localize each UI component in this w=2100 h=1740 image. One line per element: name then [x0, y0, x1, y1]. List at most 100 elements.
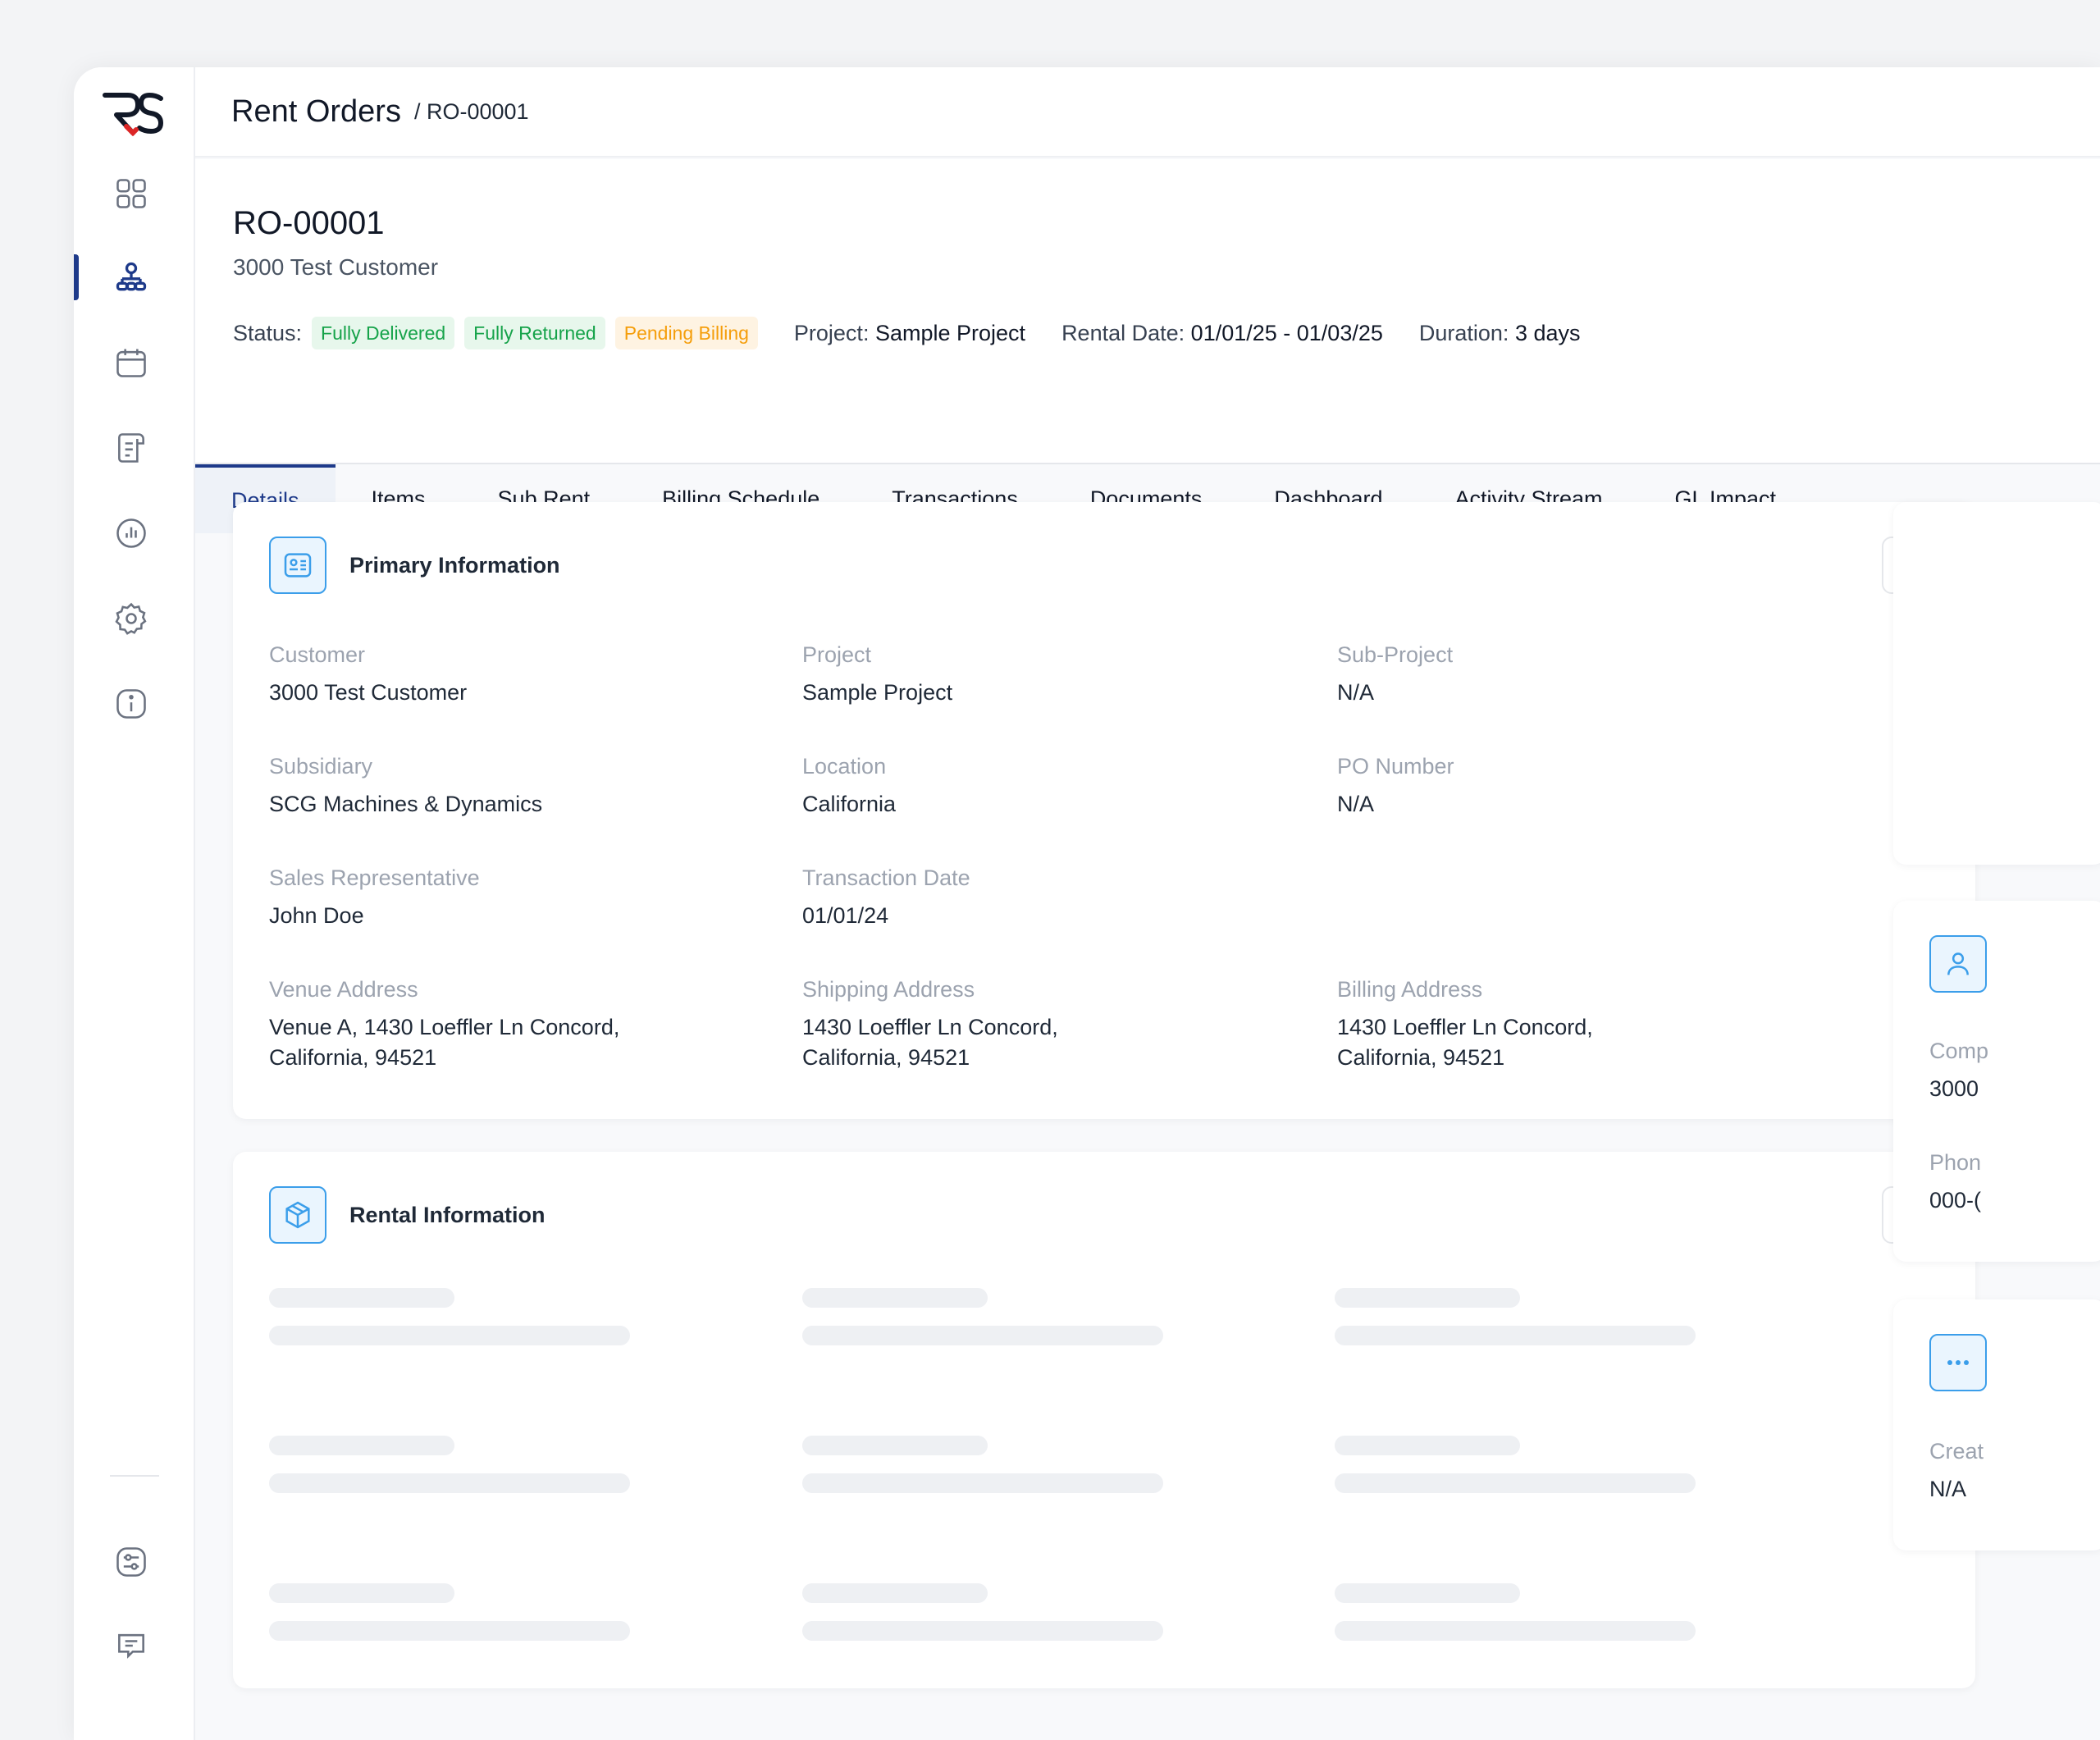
more-dots-icon	[1929, 1334, 1987, 1391]
field-label: Sub-Project	[1337, 642, 1454, 667]
field-value: John Doe	[269, 903, 364, 928]
field-value: 01/01/24	[802, 903, 889, 928]
status-label: Status:	[233, 320, 303, 345]
info-icon[interactable]	[110, 683, 153, 725]
field-label: Project	[802, 642, 872, 667]
field-customer: Customer 3000 Test Customer	[269, 640, 467, 708]
project-value: Sample Project	[874, 320, 1026, 345]
field-value-line1: 1430 Loeffler Ln Concord,	[1337, 1015, 1593, 1039]
main-content: Rent Orders / RO-00001 RO-00001 3000 Tes…	[195, 67, 2100, 1740]
breadcrumb[interactable]: / RO-00001	[414, 99, 529, 125]
primary-information-card: Primary Information Customer 3000 Test C…	[233, 502, 1975, 1119]
app-window: Rent Orders / RO-00001 RO-00001 3000 Tes…	[74, 67, 2100, 1740]
duration-value: 3 days	[1514, 320, 1581, 345]
other-label-created: Creat	[1929, 1439, 1984, 1464]
field-shipping-address: Shipping Address 1430 Loeffler Ln Concor…	[802, 975, 1058, 1073]
skeleton-value	[802, 1326, 1163, 1345]
gear-icon[interactable]	[110, 597, 153, 640]
field-value: California	[802, 792, 897, 816]
skeleton-label	[269, 1436, 454, 1455]
rental-date-label: Rental Date:	[1061, 320, 1185, 345]
field-label: Customer	[269, 642, 366, 667]
field-sales-representative: Sales Representative John Doe	[269, 863, 480, 931]
contact-label-phone: Phon	[1929, 1150, 1982, 1175]
status-badge-returned: Fully Returned	[464, 317, 605, 349]
sidebar-divider	[110, 1475, 159, 1477]
rental-date-value: 01/01/25 - 01/03/25	[1190, 320, 1383, 345]
skeleton-label	[802, 1288, 988, 1308]
user-icon	[1929, 935, 1987, 993]
box-icon	[269, 1186, 326, 1244]
primary-information-title: Primary Information	[349, 553, 560, 578]
field-label: Subsidiary	[269, 754, 373, 779]
skeleton-label	[1335, 1583, 1520, 1603]
status-badge-billing: Pending Billing	[614, 317, 758, 349]
skeleton-value	[1335, 1326, 1696, 1345]
id-card-icon	[269, 537, 326, 594]
skeleton-label	[802, 1583, 988, 1603]
field-label: Location	[802, 754, 887, 779]
field-value-line2: California, 94521	[802, 1045, 970, 1070]
order-customer: 3000 Test Customer	[233, 254, 439, 280]
field-label: Sales Representative	[269, 865, 480, 890]
contact-value-company: 3000	[1929, 1076, 1979, 1101]
rental-information-title: Rental Information	[349, 1203, 546, 1227]
top-bar: Rent Orders / RO-00001	[195, 67, 2100, 158]
field-venue-address: Venue Address Venue A, 1430 Loeffler Ln …	[269, 975, 619, 1073]
skeleton-value	[1335, 1473, 1696, 1493]
nav-active-indicator	[74, 254, 79, 300]
field-label: PO Number	[1337, 754, 1454, 779]
right-summary-card	[1893, 502, 2100, 865]
org-chart-icon[interactable]	[110, 256, 153, 299]
duration-meta: Duration: 3 days	[1419, 321, 1581, 346]
skeleton-label	[1335, 1288, 1520, 1308]
skeleton-label	[269, 1288, 454, 1308]
skeleton-value	[1335, 1621, 1696, 1641]
rental-information-card: Rental Information	[233, 1152, 1975, 1688]
field-value-line2: California, 94521	[1337, 1045, 1505, 1070]
contact-label-company: Comp	[1929, 1039, 1989, 1063]
status-badge-delivered: Fully Delivered	[312, 317, 455, 349]
contact-card: Comp 3000 Phon 000-(	[1893, 901, 2100, 1262]
status-row: Status: Fully Delivered Fully Returned P…	[233, 315, 1581, 351]
skeleton-label	[269, 1583, 454, 1603]
duration-label: Duration:	[1418, 320, 1509, 345]
field-label: Transaction Date	[802, 865, 970, 890]
rental-date-meta: Rental Date: 01/01/25 - 01/03/25	[1061, 321, 1383, 346]
other-value-created: N/A	[1929, 1477, 1967, 1501]
field-location: Location California	[802, 751, 896, 820]
field-label: Shipping Address	[802, 977, 975, 1002]
field-value: SCG Machines & Dynamics	[269, 792, 543, 816]
field-value: 3000 Test Customer	[269, 680, 468, 705]
sliders-icon[interactable]	[110, 1541, 153, 1583]
project-label: Project:	[793, 320, 870, 345]
grid-icon[interactable]	[110, 172, 153, 215]
chat-icon[interactable]	[110, 1624, 153, 1667]
field-label: Billing Address	[1337, 977, 1483, 1002]
field-value: Sample Project	[802, 680, 953, 705]
skeleton-value	[802, 1621, 1163, 1641]
project-meta: Project: Sample Project	[794, 321, 1025, 346]
skeleton-label	[802, 1436, 988, 1455]
sidebar	[74, 67, 195, 1740]
other-info-card: Creat N/A	[1893, 1299, 2100, 1550]
order-id: RO-00001	[233, 205, 385, 241]
field-value-line1: Venue A, 1430 Loeffler Ln Concord,	[269, 1015, 620, 1039]
receipt-icon[interactable]	[110, 427, 153, 469]
contact-value-phone: 000-(	[1929, 1188, 1982, 1213]
field-transaction-date: Transaction Date 01/01/24	[802, 863, 970, 931]
bar-chart-icon[interactable]	[110, 512, 153, 555]
skeleton-value	[269, 1621, 630, 1641]
field-value-line1: 1430 Loeffler Ln Concord,	[802, 1015, 1058, 1039]
field-sub-project: Sub-Project N/A	[1337, 640, 1453, 708]
field-value: N/A	[1337, 792, 1375, 816]
skeleton-label	[1335, 1436, 1520, 1455]
calendar-icon[interactable]	[110, 341, 153, 384]
rs-logo[interactable]	[100, 90, 166, 137]
field-billing-address: Billing Address 1430 Loeffler Ln Concord…	[1337, 975, 1593, 1073]
skeleton-value	[269, 1326, 630, 1345]
order-header: RO-00001 3000 Test Customer Status: Full…	[195, 159, 2100, 533]
field-subsidiary: Subsidiary SCG Machines & Dynamics	[269, 751, 542, 820]
field-project: Project Sample Project	[802, 640, 952, 708]
field-value: N/A	[1337, 680, 1375, 705]
